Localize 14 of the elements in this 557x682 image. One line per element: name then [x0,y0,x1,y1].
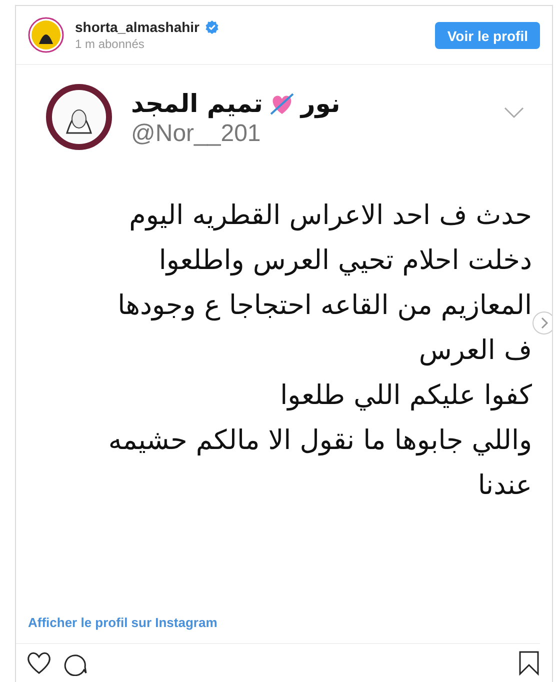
tweet-text-line: ف العرس [418,334,532,368]
tweet-text-line: كفوا عليكم اللي طلعوا [280,379,532,413]
follower-count: 1 m abonnés [75,37,146,51]
instagram-profile-link[interactable]: Afficher le profil sur Instagram [28,615,218,630]
tweet-text-line: دخلت احلام تحيي العرس واطلعوا [158,244,532,278]
view-profile-button[interactable]: Voir le profil [435,22,540,48]
tweet-text-line: واللي جابوها ما نقول الا مالكم حشيمه [108,424,532,458]
tweet-text-line: المعازيم من القاعه احتجاجا ع وجودها [118,289,532,323]
display-name: تميم المجد [131,89,263,118]
twitter-handle: @Nor__201 [131,120,262,148]
username[interactable]: shorta_almashahir [75,19,200,35]
tweet-text-line: حدث ف احد الاعراس القطريه اليوم [129,199,532,233]
tweet-text-line: عندنا [478,469,532,503]
display-name: نور [300,89,340,118]
